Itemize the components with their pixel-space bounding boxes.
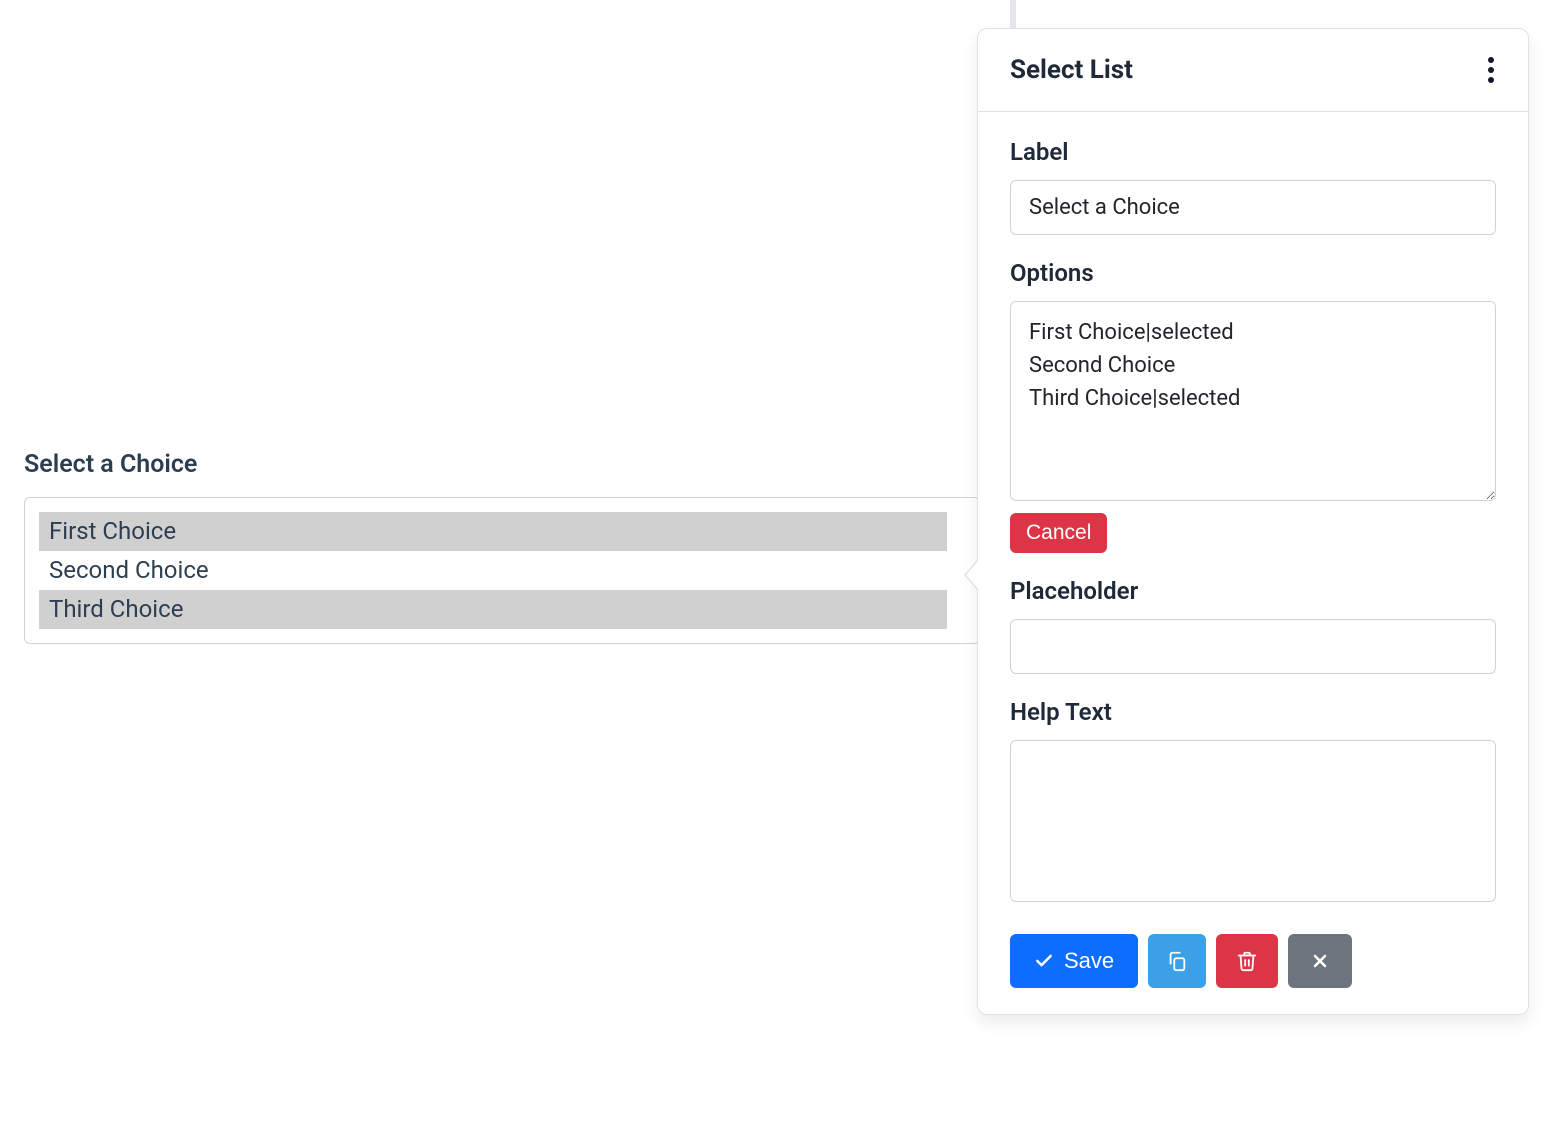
save-button[interactable]: Save bbox=[1010, 934, 1138, 988]
close-button[interactable] bbox=[1288, 934, 1352, 988]
action-row: Save bbox=[1010, 934, 1496, 988]
helptext-field-label: Help Text bbox=[1010, 698, 1496, 726]
save-button-label: Save bbox=[1064, 948, 1114, 974]
label-input[interactable] bbox=[1010, 180, 1496, 235]
label-field-label: Label bbox=[1010, 138, 1496, 166]
kebab-menu-icon[interactable] bbox=[1482, 51, 1500, 89]
options-field-label: Options bbox=[1010, 259, 1496, 287]
multi-select-options: First Choice Second Choice Third Choice bbox=[35, 508, 969, 633]
options-textarea[interactable] bbox=[1010, 301, 1496, 501]
preview-area: Select a Choice First Choice Second Choi… bbox=[24, 450, 980, 644]
list-item[interactable]: Third Choice bbox=[39, 590, 947, 629]
delete-button[interactable] bbox=[1216, 934, 1278, 988]
panel-body: Label Options Cancel Placeholder Help Te… bbox=[978, 112, 1528, 1014]
helptext-textarea[interactable] bbox=[1010, 740, 1496, 902]
copy-button[interactable] bbox=[1148, 934, 1206, 988]
panel-title: Select List bbox=[1010, 55, 1133, 85]
close-icon bbox=[1310, 951, 1330, 971]
config-panel: Select List Label Options Cancel Placeho… bbox=[977, 28, 1529, 1015]
placeholder-input[interactable] bbox=[1010, 619, 1496, 674]
list-item[interactable]: First Choice bbox=[39, 512, 947, 551]
trash-icon bbox=[1236, 950, 1258, 972]
placeholder-field-label: Placeholder bbox=[1010, 577, 1496, 605]
cancel-button[interactable]: Cancel bbox=[1010, 513, 1107, 553]
copy-icon bbox=[1166, 950, 1188, 972]
panel-divider bbox=[1010, 0, 1016, 28]
list-item[interactable]: Second Choice bbox=[39, 551, 947, 590]
panel-header: Select List bbox=[978, 29, 1528, 112]
multi-select[interactable]: First Choice Second Choice Third Choice bbox=[24, 497, 980, 644]
check-icon bbox=[1034, 951, 1054, 971]
preview-label: Select a Choice bbox=[24, 450, 980, 479]
